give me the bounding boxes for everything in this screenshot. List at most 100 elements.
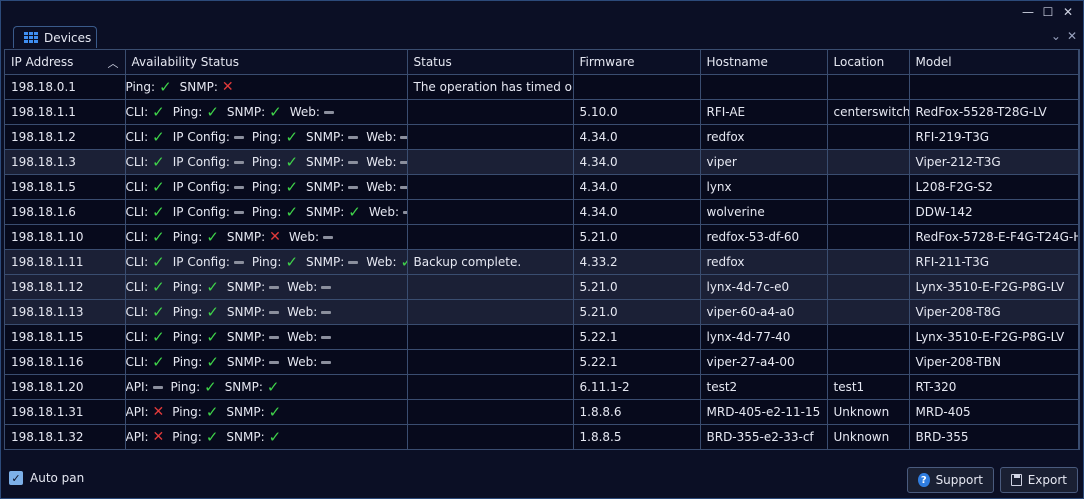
- status-item-label: Ping: [172, 355, 199, 369]
- table-row[interactable]: 198.18.1.20 API: Ping: ✓ SNMP: ✓ 6.11.1-2 test2…: [5, 374, 1079, 400]
- tab-label: Devices: [44, 30, 92, 45]
- table-row[interactable]: 198.18.1.13 CLI: ✓ Ping: ✓ SNMP: Web:5.21.0 vip…: [5, 299, 1079, 325]
- cell-model: Viper-208-TBN: [909, 349, 1079, 375]
- cell-status: [407, 99, 574, 125]
- table-row[interactable]: 198.18.1.6 CLI: ✓ IP Config: Ping: ✓ SNMP: ✓ Web…: [5, 199, 1079, 225]
- check-icon: ✓: [152, 152, 165, 171]
- cell-firmware: 5.10.0: [573, 99, 701, 125]
- table-row[interactable]: 198.18.1.10 CLI: ✓ Ping: ✓ SNMP: ✕ Web:5.21.0 re…: [5, 224, 1079, 250]
- column-header-ip[interactable]: IP Address ︿: [5, 50, 126, 75]
- dash-icon: [233, 160, 244, 164]
- table-row[interactable]: 198.18.1.1 CLI: ✓ Ping: ✓ SNMP: ✓ Web:5.10.0 RFI…: [5, 99, 1079, 125]
- close-icon[interactable]: ✕: [1061, 5, 1075, 19]
- header-row: IP Address ︿ Availability Status Status F…: [5, 50, 1079, 75]
- table-row[interactable]: 198.18.1.15 CLI: ✓ Ping: ✓ SNMP: Web:5.22.1 lyn…: [5, 324, 1079, 350]
- checkbox-icon[interactable]: ✓: [9, 471, 23, 485]
- column-header-status[interactable]: Status: [407, 50, 574, 75]
- table-row[interactable]: 198.18.1.31 API: ✕ Ping: ✓ SNMP: ✓ 1.8.8.6 MRD-4…: [5, 399, 1079, 425]
- colon: :: [313, 280, 318, 294]
- status-item: CLI: ✓: [126, 304, 165, 320]
- cell-location: Unknown: [827, 399, 910, 425]
- table-row[interactable]: 198.18.1.3 CLI: ✓ IP Config: Ping: ✓ SNMP: Web:…: [5, 149, 1079, 175]
- support-button[interactable]: ? Support: [907, 467, 994, 493]
- dash-icon: [321, 285, 332, 289]
- status-item-label: SNMP: [226, 430, 261, 444]
- cell-status: [407, 149, 574, 175]
- check-icon: ✓: [152, 177, 165, 196]
- cell-model: RFI-219-T3G: [909, 124, 1079, 150]
- colon: :: [392, 180, 397, 194]
- export-label: Export: [1027, 473, 1067, 487]
- main-window: — ☐ ✕ Devices ⌄ ✕ IP Address ︿ Availabili…: [0, 0, 1084, 499]
- status-item-label: CLI: [125, 230, 145, 244]
- status-item-label: SNMP: [306, 255, 341, 269]
- status-item: CLI: ✓: [126, 254, 165, 270]
- cell-hostname: test2: [700, 374, 828, 400]
- column-header-hostname[interactable]: Hostname: [700, 50, 828, 75]
- status-item: Web:: [287, 355, 332, 369]
- colon: :: [340, 130, 345, 144]
- status-item: Ping: ✓: [252, 204, 298, 220]
- status-item-label: CLI: [125, 205, 145, 219]
- table-row[interactable]: 198.18.1.12 CLI: ✓ Ping: ✓ SNMP: Web:5.21.0 lyn…: [5, 274, 1079, 300]
- cell-firmware: 4.34.0: [573, 149, 701, 175]
- column-header-firmware[interactable]: Firmware: [573, 50, 701, 75]
- status-item-label: API: [125, 380, 145, 394]
- cross-icon: ✕: [221, 79, 234, 95]
- cell-availability: API: ✕ Ping: ✓ SNMP: ✓: [125, 399, 408, 425]
- status-item-label: Web: [288, 230, 316, 244]
- status-item: SNMP:: [306, 180, 359, 194]
- tab-devices[interactable]: Devices: [13, 26, 97, 48]
- status-item-label: SNMP: [226, 405, 261, 419]
- dash-icon: [321, 335, 332, 339]
- colon: :: [144, 380, 149, 394]
- dash-icon: [400, 160, 406, 164]
- status-item: Web:✓: [366, 254, 406, 270]
- table-row[interactable]: 198.18.1.32 API: ✕ Ping: ✓ SNMP: ✓ 1.8.8.5 BRD-3…: [5, 424, 1079, 449]
- colon: :: [315, 105, 320, 119]
- status-item-label: API: [125, 405, 145, 419]
- table-row[interactable]: 198.18.1.16 CLI: ✓ Ping: ✓ SNMP: Web:5.22.1 vip…: [5, 349, 1079, 375]
- cell-model: Viper-212-T3G: [909, 149, 1079, 175]
- check-icon: ✓: [206, 102, 219, 121]
- check-icon: ✓: [285, 127, 299, 146]
- check-icon: ✓: [205, 427, 219, 446]
- status-item: CLI: ✓: [126, 329, 165, 345]
- colon: :: [198, 105, 203, 119]
- cell-ip: 198.18.1.31: [5, 399, 126, 425]
- auto-pan-toggle[interactable]: ✓ Auto pan: [9, 471, 84, 485]
- table-row[interactable]: 198.18.1.11 CLI: ✓ IP Config: Ping: ✓ SNMP: Web…: [5, 249, 1079, 275]
- status-item-label: Ping: [251, 255, 278, 269]
- cell-firmware: 6.11.1-2: [573, 374, 701, 400]
- colon: :: [260, 405, 265, 419]
- close-tab-icon[interactable]: ✕: [1067, 29, 1077, 43]
- status-item: Ping: ✓: [173, 279, 219, 295]
- table-row[interactable]: 198.18.0.1 Ping: ✓ SNMP: ✕ The operation has …: [5, 74, 1079, 100]
- dash-icon: [348, 185, 359, 189]
- column-header-location[interactable]: Location: [827, 50, 910, 75]
- maximize-icon[interactable]: ☐: [1041, 5, 1055, 19]
- chevron-down-icon[interactable]: ⌄: [1051, 29, 1061, 43]
- status-item-label: Ping: [170, 380, 197, 394]
- table-row[interactable]: 198.18.1.5 CLI: ✓ IP Config: Ping: ✓ SNMP: Web:…: [5, 174, 1079, 200]
- cell-status: Backup complete.: [407, 249, 574, 275]
- status-item: SNMP:: [306, 255, 359, 269]
- colon: :: [198, 355, 203, 369]
- column-header-availability[interactable]: Availability Status: [125, 50, 408, 75]
- dash-icon: [233, 185, 244, 189]
- colon: :: [277, 180, 282, 194]
- colon: :: [261, 305, 266, 319]
- cell-firmware: 1.8.8.5: [573, 424, 701, 449]
- table-row[interactable]: 198.18.1.2 CLI: ✓ IP Config: Ping: ✓ SNMP: Web:…: [5, 124, 1079, 150]
- export-button[interactable]: Export: [1000, 467, 1078, 493]
- status-item-label: Web: [287, 355, 314, 369]
- status-item-label: CLI: [125, 180, 145, 194]
- check-icon: ✓: [285, 252, 299, 271]
- status-item-label: Web: [366, 255, 393, 269]
- status-item: Ping: ✓: [172, 404, 218, 420]
- minimize-icon[interactable]: —: [1021, 5, 1035, 19]
- check-icon: ✓: [152, 352, 165, 371]
- cell-availability: CLI: ✓ Ping: ✓ SNMP: Web:: [125, 324, 408, 350]
- column-header-model[interactable]: Model: [909, 50, 1079, 75]
- cell-ip: 198.18.1.1: [5, 99, 126, 125]
